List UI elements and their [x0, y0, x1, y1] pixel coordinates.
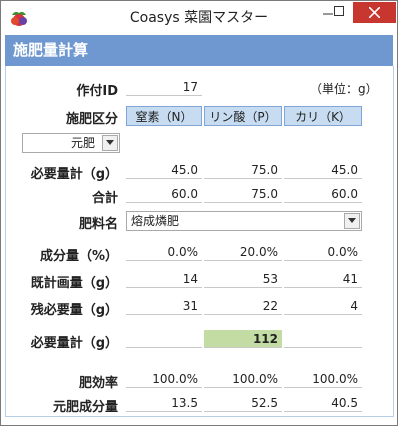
zan-p: 22 — [204, 297, 282, 315]
close-icon — [369, 7, 380, 18]
calc-form: 作付ID 17 （単位：g） 施肥区分 窒素（N） リン酸（P） カリ（K） 元… — [5, 66, 394, 417]
motogoe-label: 元肥成分量 — [52, 400, 118, 415]
sakutuke-value: 17 — [126, 78, 202, 96]
hitsuyo2-k — [284, 330, 362, 348]
title-bar[interactable]: Coasys 菜園マスター — [1, 1, 397, 35]
hitsuyo2-n — [126, 330, 202, 348]
kikei-p: 53 — [204, 270, 282, 288]
koritsu-label: 肥効率 — [78, 376, 118, 391]
hitsuyo-label: 必要量計（g） — [30, 167, 118, 182]
kubun-select-value: 元肥 — [70, 136, 95, 150]
kikei-n: 14 — [126, 270, 202, 288]
hitsuyo-p: 75.0 — [204, 161, 282, 179]
zan-label: 残必要量（g） — [30, 303, 118, 318]
kikei-label: 既計画量（g） — [30, 276, 118, 291]
goukei-n: 60.0 — [126, 185, 202, 203]
hitsuyo-n: 45.0 — [126, 161, 202, 179]
nutrient-header-p: リン酸（P） — [204, 106, 282, 126]
nutrient-header-k: カリ（K） — [284, 106, 362, 126]
hiryo-select-value: 熔成燐肥 — [131, 214, 180, 228]
koritsu-k: 100.0% — [284, 370, 362, 388]
chevron-down-icon[interactable] — [344, 213, 360, 229]
page-title: 施肥量計算 — [13, 41, 89, 59]
zan-k: 4 — [284, 297, 362, 315]
kubun-label: 施肥区分 — [65, 112, 118, 127]
kubun-select[interactable]: 元肥 — [22, 133, 120, 153]
nutrient-header-n: 窒素（N） — [126, 106, 202, 126]
sakutuke-label: 作付ID — [76, 84, 118, 99]
goukei-p: 75.0 — [204, 185, 282, 203]
seibun-p: 20.0% — [204, 243, 282, 261]
seibun-n: 0.0% — [126, 243, 202, 261]
maximize-button[interactable] — [326, 2, 352, 22]
koritsu-n: 100.0% — [126, 370, 202, 388]
koritsu-p: 100.0% — [204, 370, 282, 388]
close-button[interactable] — [353, 2, 396, 23]
hitsuyo2-p: 112 — [204, 330, 282, 348]
motogoe-k: 40.5 — [284, 394, 362, 412]
hiryo-label: 肥料名 — [78, 217, 118, 232]
goukei-k: 60.0 — [284, 185, 362, 203]
app-window: Coasys 菜園マスター 施肥量計算 作付ID 17 （単位：g） 施肥区分 … — [0, 0, 398, 426]
section-header: 施肥量計算 — [5, 35, 393, 66]
hitsuyo-k: 45.0 — [284, 161, 362, 179]
seibun-label: 成分量（%） — [39, 249, 118, 264]
hitsuyo2-label: 必要量計（g） — [30, 336, 118, 351]
goukei-label: 合計 — [91, 191, 118, 206]
kikei-k: 41 — [284, 270, 362, 288]
motogoe-p: 52.5 — [204, 394, 282, 412]
chevron-down-icon[interactable] — [102, 135, 118, 151]
hiryo-select[interactable]: 熔成燐肥 — [126, 211, 362, 231]
unit-note: （単位：g） — [310, 82, 378, 96]
seibun-k: 0.0% — [284, 243, 362, 261]
motogoe-n: 13.5 — [126, 394, 202, 412]
zan-n: 31 — [126, 297, 202, 315]
